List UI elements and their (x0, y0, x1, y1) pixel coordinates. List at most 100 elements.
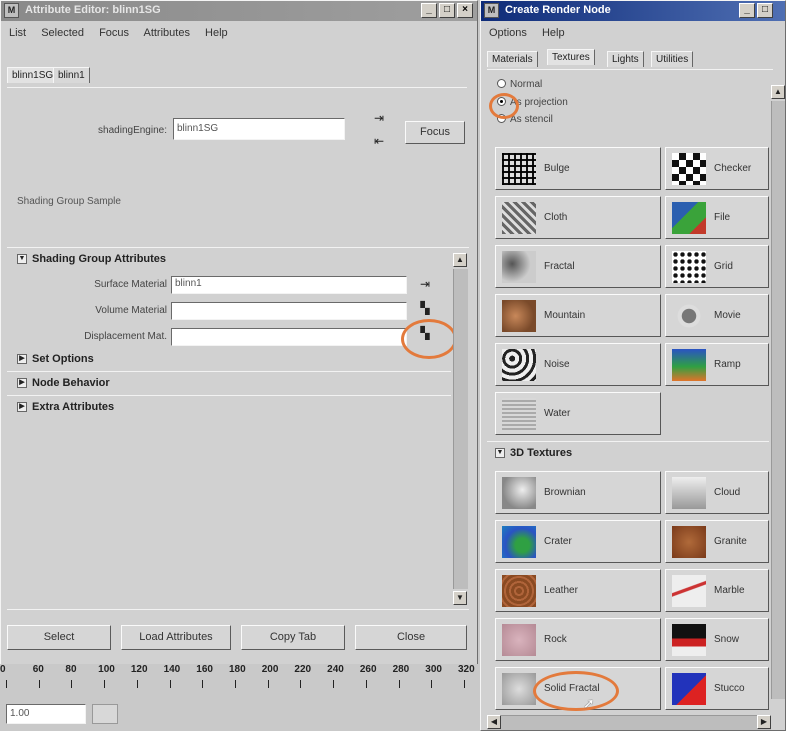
create-render-node-titlebar[interactable]: M Create Render Node _ □ (481, 1, 785, 21)
file-texture-button[interactable]: File (665, 196, 769, 239)
tab-textures[interactable]: Textures (547, 49, 595, 65)
menu-focus[interactable]: Focus (99, 27, 129, 39)
water-swatch-icon (502, 398, 536, 430)
expand-arrow-icon[interactable]: ▶ (17, 402, 27, 413)
surface-material-label: Surface Material (94, 279, 167, 290)
ramp-texture-button[interactable]: Ramp (665, 343, 769, 386)
volume-material-field[interactable] (171, 302, 407, 320)
granite-texture-button[interactable]: Granite (665, 520, 769, 563)
ramp-swatch-icon (672, 349, 706, 381)
time-ruler-tick (398, 680, 400, 688)
input-connections-icon[interactable]: ⇥ (369, 110, 389, 127)
stucco-texture-button[interactable]: Stucco (665, 667, 769, 710)
select-button[interactable]: Select (7, 625, 111, 650)
menu-attributes[interactable]: Attributes (143, 27, 189, 39)
marble-texture-button[interactable]: Marble (665, 569, 769, 612)
close-icon[interactable]: × (457, 3, 473, 18)
scroll-right-arrow[interactable]: ▶ (757, 715, 771, 729)
maximize-icon[interactable]: □ (439, 3, 455, 18)
cloud-texture-button[interactable]: Cloud (665, 471, 769, 514)
section-3d-textures[interactable]: ▼ 3D Textures (495, 447, 572, 459)
scroll-up-arrow[interactable]: ▲ (453, 253, 467, 267)
brownian-swatch-icon (502, 477, 536, 509)
rock-texture-button[interactable]: Rock (495, 618, 661, 661)
time-ruler-label: 280 (392, 664, 410, 675)
maximize-icon[interactable]: □ (757, 3, 773, 18)
tab-utilities[interactable]: Utilities (651, 51, 694, 67)
scroll-left-arrow[interactable]: ◀ (487, 715, 501, 729)
water-texture-button[interactable]: Water (495, 392, 661, 435)
grid-swatch-icon (672, 251, 706, 283)
copy-tab-button[interactable]: Copy Tab (241, 625, 345, 650)
menu-selected[interactable]: Selected (41, 27, 84, 39)
horizontal-scrollbar[interactable] (487, 715, 771, 730)
volume-material-map-icon[interactable]: ▚ (415, 300, 435, 317)
minimize-icon[interactable]: _ (739, 3, 755, 18)
tab-blinn1[interactable]: blinn1 (53, 67, 90, 83)
solid-fractal-swatch-icon (502, 673, 536, 705)
volume-material-label: Volume Material (95, 305, 167, 316)
menu-help[interactable]: Help (542, 27, 565, 39)
crater-texture-button[interactable]: Crater (495, 520, 661, 563)
window-menu-icon[interactable]: M (4, 3, 19, 18)
time-ruler-label: 220 (294, 664, 312, 675)
mountain-texture-button[interactable]: Mountain (495, 294, 661, 337)
divider-set-options (7, 371, 451, 372)
leather-texture-button[interactable]: Leather (495, 569, 661, 612)
movie-texture-button[interactable]: Movie (665, 294, 769, 337)
shading-engine-field[interactable]: blinn1SG (173, 118, 345, 140)
scroll-up-arrow[interactable]: ▲ (771, 85, 785, 99)
time-ruler-label: 180 (229, 664, 246, 675)
scroll-down-arrow[interactable]: ▼ (453, 591, 467, 605)
time-ruler-label: 140 (163, 664, 181, 675)
time-ruler-tick (267, 680, 269, 688)
surface-material-map-icon[interactable]: ⇥ (415, 276, 435, 293)
time-ruler-tick (136, 680, 138, 688)
brownian-texture-button[interactable]: Brownian (495, 471, 661, 514)
section-shading-group-attributes[interactable]: ▼ Shading Group Attributes (17, 253, 166, 265)
time-slider[interactable]: 0 60 80 100 120 140 160 180 200 220 240 260 280 300 32… (0, 664, 478, 696)
grid-texture-button[interactable]: Grid (665, 245, 769, 288)
section-set-options[interactable]: ▶ Set Options (17, 353, 94, 365)
shading-engine-label: shadingEngine: (98, 125, 167, 136)
time-ruler-tick (333, 680, 335, 688)
playback-range-handle[interactable] (92, 704, 118, 724)
minimize-icon[interactable]: _ (421, 3, 437, 18)
menu-options[interactable]: Options (489, 27, 527, 39)
section-extra-attributes[interactable]: ▶ Extra Attributes (17, 401, 114, 413)
time-ruler-tick (464, 680, 465, 688)
mode-normal-radio[interactable]: Normal (497, 79, 542, 90)
bulge-texture-button[interactable]: Bulge (495, 147, 661, 190)
current-time-field[interactable]: 1.00 (6, 704, 86, 724)
close-button[interactable]: Close (355, 625, 467, 650)
fractal-texture-button[interactable]: Fractal (495, 245, 661, 288)
collapse-arrow-icon[interactable]: ▼ (495, 448, 505, 459)
surface-material-field[interactable]: blinn1 (171, 276, 407, 294)
time-ruler-label: 0 (0, 664, 6, 675)
menu-list[interactable]: List (9, 27, 26, 39)
checker-texture-button[interactable]: Checker (665, 147, 769, 190)
section-node-behavior[interactable]: ▶ Node Behavior (17, 377, 110, 389)
texture-scrollbar[interactable] (771, 101, 785, 699)
expand-arrow-icon[interactable]: ▶ (17, 354, 27, 365)
highlight-ring-solid-fractal (533, 671, 619, 711)
load-attributes-button[interactable]: Load Attributes (121, 625, 231, 650)
menu-help[interactable]: Help (205, 27, 228, 39)
cloth-texture-button[interactable]: Cloth (495, 196, 661, 239)
window-menu-icon[interactable]: M (484, 3, 499, 18)
collapse-arrow-icon[interactable]: ▼ (17, 254, 27, 265)
attribute-editor-titlebar[interactable]: M Attribute Editor: blinn1SG _ □ × (1, 1, 477, 21)
output-connections-icon[interactable]: ⇤ (369, 133, 389, 150)
textures-divider (487, 441, 769, 442)
attributes-scrollbar[interactable] (453, 269, 468, 589)
displacement-mat-field[interactable] (171, 328, 407, 346)
time-ruler-label: 80 (65, 664, 77, 675)
snow-texture-button[interactable]: Snow (665, 618, 769, 661)
expand-arrow-icon[interactable]: ▶ (17, 378, 27, 389)
marble-swatch-icon (672, 575, 706, 607)
tab-lights[interactable]: Lights (607, 51, 644, 67)
tab-materials[interactable]: Materials (487, 51, 538, 67)
focus-button[interactable]: Focus (405, 121, 465, 144)
noise-texture-button[interactable]: Noise (495, 343, 661, 386)
tab-blinn1sg[interactable]: blinn1SG (7, 67, 59, 83)
